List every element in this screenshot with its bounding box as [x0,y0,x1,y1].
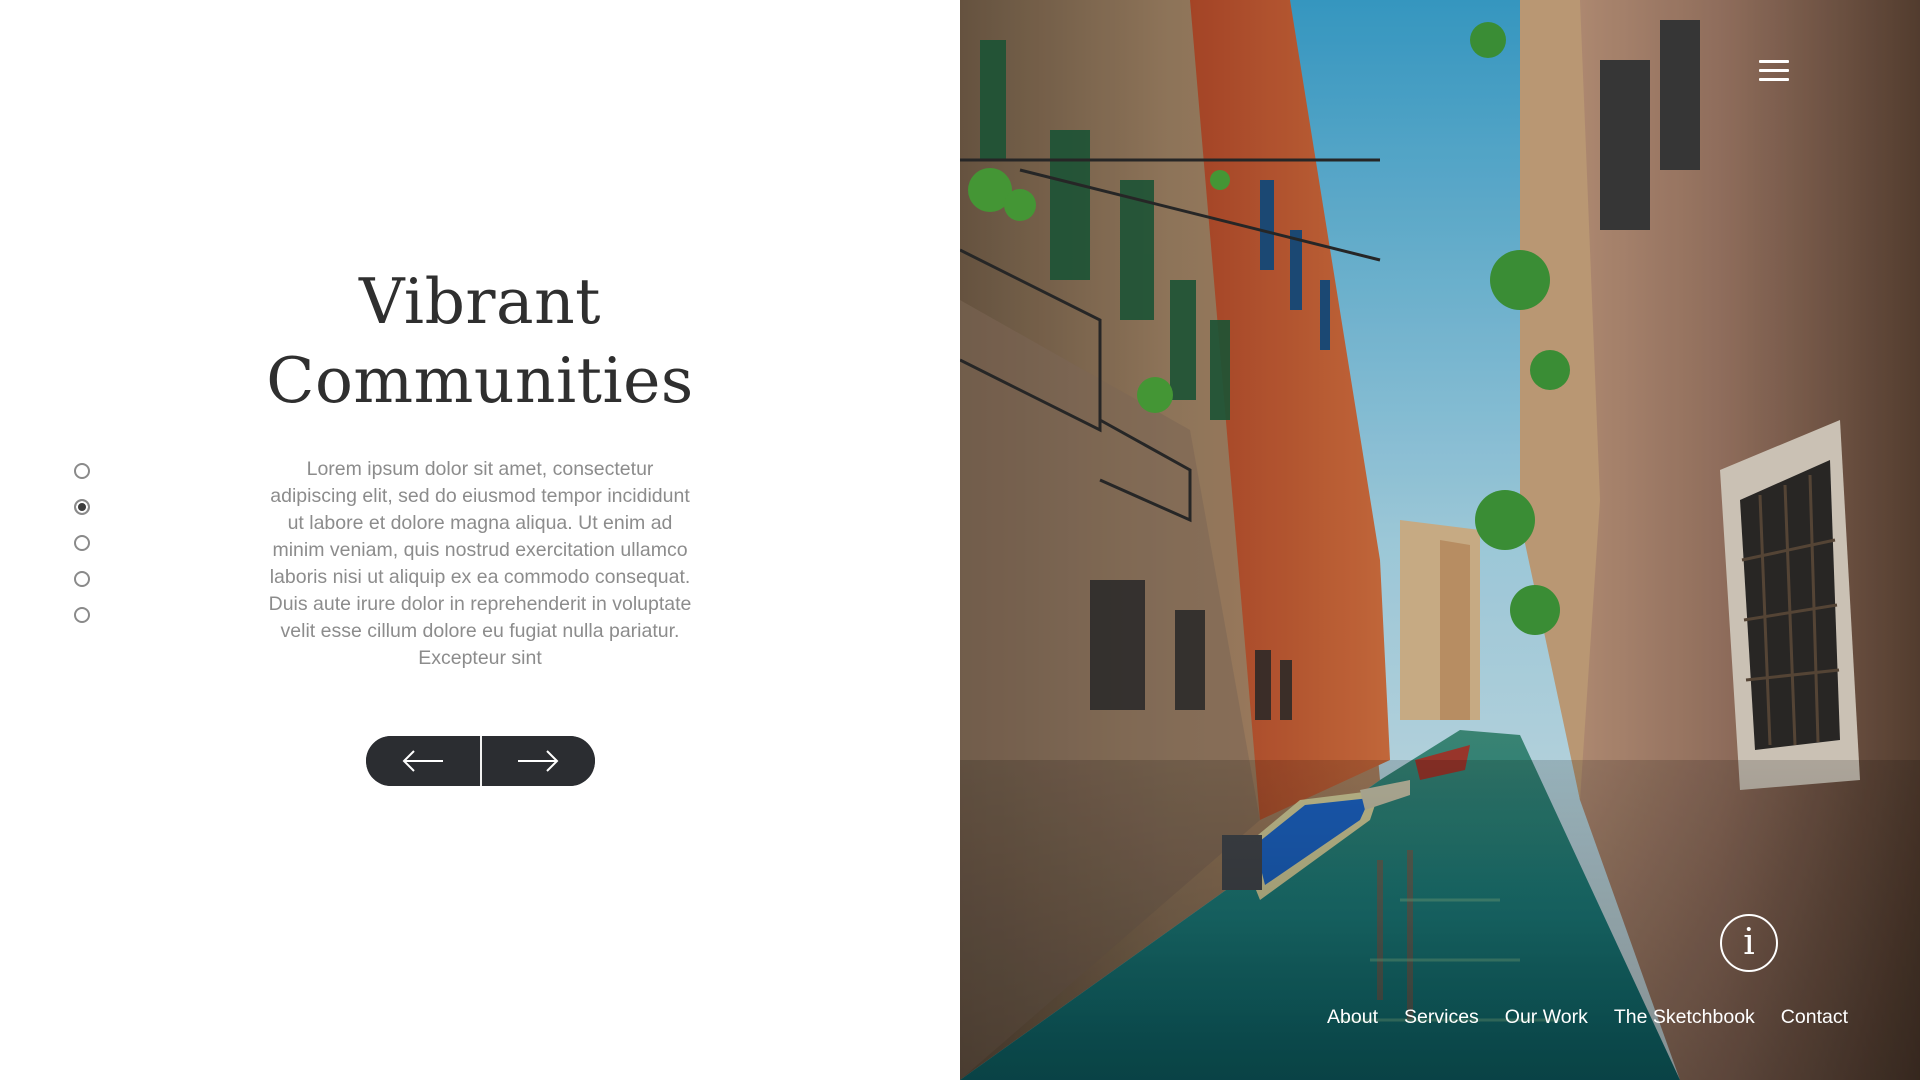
slide-text-panel: Vibrant Communities Lorem ipsum dolor si… [0,0,960,1080]
slide-arrow-controls [366,736,595,786]
nav-sketchbook-link[interactable]: The Sketchbook [1614,1003,1755,1031]
next-slide-button[interactable] [481,736,595,786]
hamburger-menu-icon-bar-2 [1759,69,1789,72]
slide-title-line-1: Vibrant [359,265,601,338]
pager-dot-5[interactable] [74,607,90,623]
slide-photo-panel: i About Services Our Work The Sketchbook… [960,0,1920,1080]
pager-dot-1[interactable] [74,463,90,479]
nav-contact-link[interactable]: Contact [1781,1003,1848,1031]
hamburger-menu-icon-bar-1 [1759,60,1789,63]
hamburger-menu-button[interactable] [1759,60,1789,86]
slide-title-line-2: Communities [266,344,694,417]
footer-nav: About Services Our Work The Sketchbook C… [1327,1003,1848,1031]
slide-title: Vibrant Communities [180,262,780,420]
venice-canal-photo [960,0,1920,1080]
arrow-left-icon [402,750,443,772]
hamburger-menu-icon-bar-3 [1759,78,1789,81]
page: Vibrant Communities Lorem ipsum dolor si… [0,0,1920,1080]
pager-dot-2-active[interactable] [74,499,90,515]
info-button[interactable]: i [1720,914,1778,972]
nav-our-work-link[interactable]: Our Work [1505,1003,1588,1031]
previous-slide-button[interactable] [366,736,482,786]
arrow-right-icon [518,750,559,772]
slide-pager [74,463,90,643]
pager-dot-4[interactable] [74,571,90,587]
nav-about-link[interactable]: About [1327,1003,1378,1031]
pager-dot-3[interactable] [74,535,90,551]
nav-services-link[interactable]: Services [1404,1003,1479,1031]
slide-body-text: Lorem ipsum dolor sit amet, consectetur … [268,458,692,669]
info-icon: i [1743,922,1755,963]
